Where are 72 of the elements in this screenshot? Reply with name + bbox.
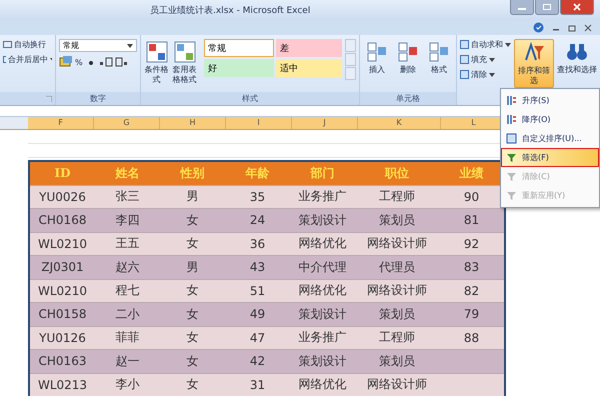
table-cell-text: 赵六 [114, 258, 140, 276]
table-cell-text: 二小 [114, 306, 140, 323]
table-cell-text: YU0026 [38, 188, 87, 206]
table-cell-text: 51 [248, 282, 266, 300]
table-cell-text: 42 [248, 353, 266, 370]
table-cell-text: 49 [248, 306, 266, 324]
table-cell-text: 赵一 [114, 352, 140, 370]
table-cell-text: 女 [186, 329, 200, 346]
table-cell-text: 策划员 [378, 352, 416, 370]
table-cell-text: 李四 [114, 212, 140, 229]
table-cell-text: CH0158 [38, 306, 88, 324]
table-cell-text: CH0163 [38, 353, 88, 370]
table-cell-text: 王五 [114, 235, 140, 252]
table-cell-text: 程七 [114, 282, 140, 300]
table-cell-text: 业务推广 [298, 329, 348, 346]
table-cell-text: 36 [248, 236, 266, 253]
table-cell-text: WL0213 [36, 376, 88, 394]
table-cell-text: 47 [248, 330, 266, 347]
table-cell-text: 网络设计师 [366, 282, 428, 300]
table-cell-text: 网络优化 [298, 282, 348, 300]
table-cell-text: 81 [462, 212, 480, 230]
table-cell-text: 男 [186, 258, 200, 276]
table-cell-text: 代理员 [378, 258, 416, 276]
table-cell-text: 网络优化 [298, 376, 348, 394]
table-cell-text: WL0210 [36, 282, 88, 300]
table-cell-text: 工程师 [378, 188, 416, 206]
table-cell-text: 网络设计师 [366, 235, 428, 252]
table-cell-text: 女 [186, 352, 200, 370]
group-label: 单元格 [396, 93, 420, 104]
table-cell-text: CH0168 [38, 212, 88, 230]
table-cell-text: 网络设计师 [366, 376, 428, 394]
table-cell-text: 网络优化 [298, 235, 348, 252]
table-cell-text: 82 [462, 282, 480, 300]
table-cell-text: 女 [186, 306, 200, 323]
window-title: 员工业绩统计表.xlsx - Microsoft Excel [150, 4, 310, 16]
header-cell-text: 性别 [179, 164, 206, 182]
header-cell-text: 姓名 [114, 164, 140, 182]
table-cell-text: 策划设计 [298, 352, 348, 370]
table-cell-text: 女 [186, 282, 200, 300]
table-cell-text: 男 [186, 188, 200, 206]
table-cell-text: 女 [186, 212, 200, 229]
table-cell-text: 90 [462, 188, 480, 206]
table-cell-text: 79 [462, 306, 480, 324]
header-cell-text: 业绩 [458, 164, 484, 182]
table-cell-text: 43 [248, 259, 266, 276]
table-cell-text: 菲菲 [114, 329, 140, 346]
table-cell-text: 女 [186, 376, 200, 394]
table-cell-text: 92 [462, 236, 480, 253]
header-cell-text: 职位 [384, 164, 410, 182]
header-cell-text: ID [53, 165, 72, 182]
table-cell-text: 策划设计 [298, 212, 348, 229]
table-cell-text: WL0210 [36, 236, 88, 253]
table-cell-text: 女 [186, 235, 200, 252]
table-cell-text: ZJ0301 [40, 259, 85, 276]
table-cell-text: 业务推广 [298, 188, 348, 206]
table-cell-text: 策划员 [378, 306, 416, 323]
group-label: 数字 [90, 93, 106, 104]
header-cell-text: 部门 [309, 164, 336, 182]
table-cell-text: 83 [462, 259, 480, 276]
table-cell-text: 李小 [114, 376, 140, 394]
table-cell-text: 88 [462, 330, 480, 347]
table-cell-text: 24 [248, 212, 266, 230]
table-cell-text: 中介代理 [298, 258, 348, 276]
table-cell-text: 31 [248, 376, 266, 394]
table-cell-text: 35 [248, 188, 266, 206]
table-cell-text: YU0126 [38, 330, 87, 347]
table-cell-text: 策划员 [378, 212, 416, 229]
table-cell-text: 张三 [114, 188, 140, 206]
header-cell-text: 年龄 [244, 164, 270, 182]
group-label: 样式 [242, 93, 258, 104]
table-cell-text: 工程师 [378, 329, 416, 346]
table-cell-text: 策划设计 [298, 306, 348, 323]
